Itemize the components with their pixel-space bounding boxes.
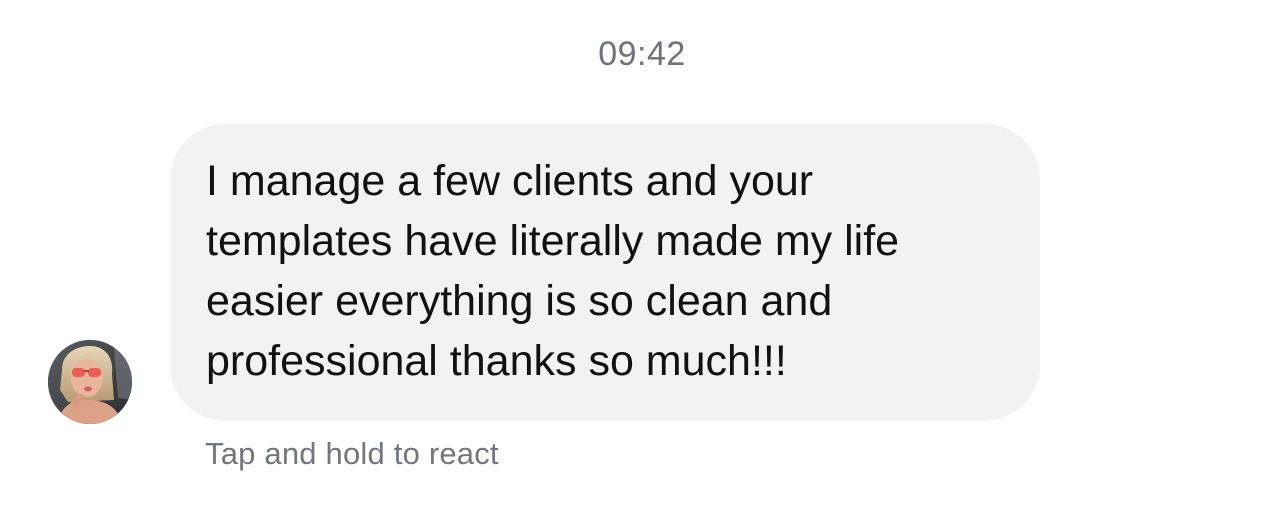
message-line: easier everything is so clean and [206,277,833,325]
profile-photo-icon [48,340,132,424]
message-bubble[interactable]: I manage a few clients and your template… [170,124,1040,421]
message-timestamp: 09:42 [598,35,686,73]
sender-avatar[interactable] [48,340,132,424]
message-text: I manage a few clients and your template… [206,151,1010,391]
message-line: templates have literally made my life [206,217,900,265]
react-hint: Tap and hold to react [205,436,499,471]
message-line: professional thanks so much!!! [206,337,787,385]
message-line: I manage a few clients and your [206,157,814,205]
